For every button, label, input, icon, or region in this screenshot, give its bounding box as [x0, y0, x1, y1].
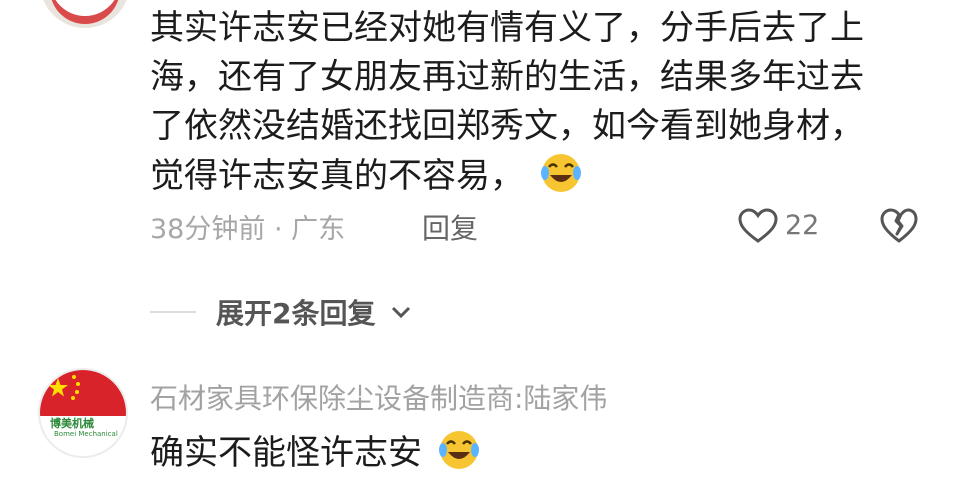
avatar[interactable] [40, 0, 130, 28]
comment-meta: 38分钟前 · 广东 [150, 214, 346, 245]
heart-icon[interactable] [738, 208, 778, 244]
avatar[interactable]: 博美机械 Bomei Mechanical [38, 368, 128, 458]
expand-replies-button[interactable]: 展开2条回复 [216, 292, 411, 332]
comment-text: 其实许志安已经对她有情有义了，分手后去了上海，还有了女朋友再过新的生活，结果多年… [150, 4, 890, 201]
reply-button[interactable]: 回复 [422, 207, 478, 247]
cake-image [50, 0, 120, 24]
chevron-down-icon [392, 306, 411, 319]
flag-image [40, 370, 126, 416]
logo-text: 博美机械 [50, 417, 94, 430]
divider-line [150, 311, 196, 313]
like-count: 22 [785, 210, 820, 241]
expand-replies-label: 展开2条回复 [216, 297, 376, 330]
laughing-crying-emoji-icon [438, 431, 479, 469]
comment-text-content: 确实不能怪许志安 [150, 433, 422, 473]
broken-heart-icon[interactable] [880, 208, 918, 244]
comment-text-content: 其实许志安已经对她有情有义了，分手后去了上海，还有了女朋友再过新的生活，结果多年… [150, 8, 864, 196]
comment-text: 确实不能怪许志安 [150, 425, 481, 474]
logo-subtext: Bomei Mechanical [54, 430, 118, 438]
laughing-crying-emoji-icon [540, 154, 581, 192]
username[interactable]: 石材家具环保除尘设备制造商:陆家伟 [150, 377, 607, 417]
